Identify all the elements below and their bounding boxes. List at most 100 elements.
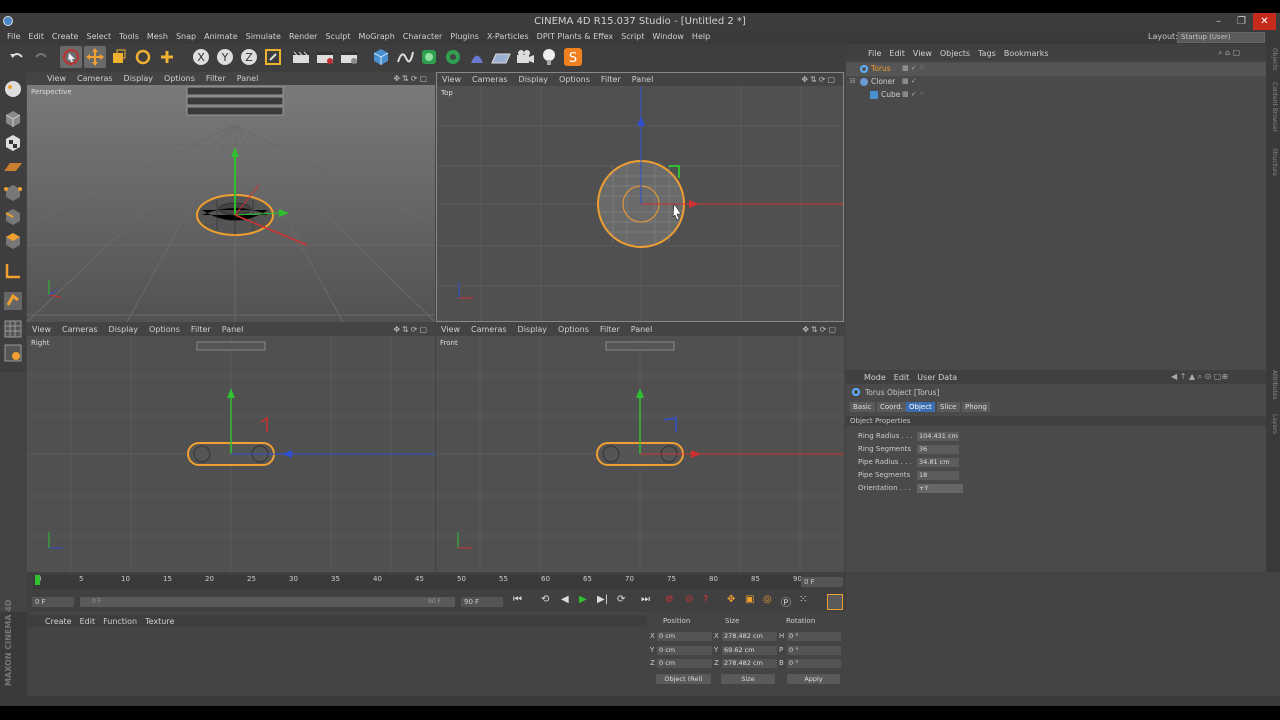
mat-menu-texture[interactable]: Texture <box>141 617 178 626</box>
step-back-icon[interactable]: ◀ <box>561 594 569 605</box>
tab-phong[interactable]: Phong <box>962 402 990 412</box>
tab-basic[interactable]: Basic <box>850 402 875 412</box>
maximize-button[interactable]: ❐ <box>1230 13 1253 30</box>
redo-loop-icon[interactable]: ⟳ <box>617 594 625 605</box>
floor-icon[interactable] <box>490 46 512 68</box>
keyframe-selection-icon[interactable]: ? <box>703 594 708 605</box>
position-y-field[interactable]: 0 cm <box>657 646 712 655</box>
live-select-icon[interactable] <box>60 46 82 68</box>
menu-sculpt[interactable]: Sculpt <box>321 30 354 44</box>
record-position-icon[interactable]: ✥ <box>727 594 735 605</box>
attribute-nav-icons[interactable]: ◀ ↑ ▲ ⌕ ⊙ ▢⊕ <box>1171 372 1228 382</box>
object-row-torus[interactable]: Torus ▩ ✓ ⁘ <box>846 63 1266 76</box>
locked-workplane-icon[interactable] <box>2 342 24 364</box>
menu-render[interactable]: Render <box>285 30 321 44</box>
start-frame-field[interactable]: 0 F <box>32 597 74 607</box>
viewport-menu-display[interactable]: Display <box>124 74 154 83</box>
tab-coord[interactable]: Coord. <box>877 402 906 412</box>
add-object-icon[interactable] <box>156 46 178 68</box>
workplane-icon[interactable] <box>2 156 24 178</box>
vtab-objects[interactable]: Objects <box>1268 48 1278 71</box>
viewport-menu-view[interactable]: View <box>47 74 66 83</box>
menu-edit[interactable]: Edit <box>24 30 48 44</box>
go-to-start-icon[interactable]: ⏮ <box>513 594 522 605</box>
viewport-menu-display[interactable]: Display <box>109 325 139 334</box>
object-row-cloner[interactable]: ⊟ Cloner ▩ ✓ <box>846 76 1266 89</box>
menu-window[interactable]: Window <box>648 30 688 44</box>
cube-primitive-icon[interactable] <box>370 46 392 68</box>
menu-simulate[interactable]: Simulate <box>242 30 285 44</box>
camera-icon[interactable] <box>514 46 536 68</box>
obj-menu-objects[interactable]: Objects <box>936 49 974 58</box>
vtab-content-browser[interactable]: Content Browser <box>1268 82 1278 132</box>
viewport-nav-icons[interactable]: ✥⇅⟳▢ <box>801 75 837 84</box>
viewport-menu-display[interactable]: Display <box>518 325 548 334</box>
menu-help[interactable]: Help <box>688 30 714 44</box>
render-settings-icon[interactable] <box>338 46 360 68</box>
coordinate-system-icon[interactable] <box>262 46 284 68</box>
viewport-menu-view[interactable]: View <box>441 325 460 334</box>
menu-animate[interactable]: Animate <box>200 30 242 44</box>
axis-mode-icon[interactable] <box>2 260 24 282</box>
menu-mesh[interactable]: Mesh <box>143 30 172 44</box>
playhead[interactable] <box>35 575 40 585</box>
viewport-right[interactable]: View Cameras Display Options Filter Panel ✥⇅⟳… <box>27 323 435 572</box>
menu-script[interactable]: Script <box>617 30 648 44</box>
viewport-menu-filter[interactable]: Filter <box>600 325 620 334</box>
menu-x-particles[interactable]: X-Particles <box>483 30 533 44</box>
object-manager-search-icon[interactable]: ⌕ ⌂ ▢ <box>1218 48 1240 58</box>
rotation-b-field[interactable]: 0 ° <box>787 659 841 668</box>
minimize-button[interactable]: – <box>1207 13 1230 30</box>
viewport-menu-options[interactable]: Options <box>558 325 589 334</box>
pipe-segments-field[interactable]: 18 <box>917 471 959 480</box>
viewport-menu-options[interactable]: Options <box>149 325 180 334</box>
pipe-radius-field[interactable]: 34.81 cm <box>917 458 959 467</box>
snap-magnet-icon[interactable] <box>2 290 24 312</box>
size-y-field[interactable]: 69.62 cm <box>722 646 777 655</box>
viewport-top[interactable]: View Cameras Display Options Filter Panel ✥⇅⟳… <box>436 72 844 322</box>
viewport-menu-panel[interactable]: Panel <box>632 75 654 84</box>
obj-menu-view[interactable]: View <box>909 49 936 58</box>
record-scale-icon[interactable]: ▣ <box>745 594 754 605</box>
record-rotation-icon[interactable]: ◎ <box>763 594 772 605</box>
apply-button[interactable]: Apply <box>787 674 840 684</box>
autokey-icon[interactable]: ⊙ <box>685 594 693 605</box>
points-mode-icon[interactable] <box>2 182 24 204</box>
model-mode-icon[interactable] <box>2 108 24 130</box>
menu-character[interactable]: Character <box>399 30 447 44</box>
menu-plugins[interactable]: Plugins <box>446 30 483 44</box>
timeline-settings-icon[interactable] <box>827 594 843 610</box>
undo-icon[interactable] <box>6 46 28 68</box>
viewport-front[interactable]: View Cameras Display Options Filter Panel ✥⇅⟳… <box>436 323 844 572</box>
redo-icon[interactable] <box>30 46 52 68</box>
viewport-menu-filter[interactable]: Filter <box>206 74 226 83</box>
render-picture-viewer-icon[interactable] <box>314 46 336 68</box>
viewport-menu-panel[interactable]: Panel <box>631 325 653 334</box>
script-icon[interactable]: S <box>562 46 584 68</box>
viewport-menu-cameras[interactable]: Cameras <box>472 75 508 84</box>
viewport-menu-view[interactable]: View <box>32 325 51 334</box>
viewport-menu-panel[interactable]: Panel <box>222 325 244 334</box>
viewport-menu-cameras[interactable]: Cameras <box>77 74 113 83</box>
record-icon[interactable]: ⊘ <box>665 594 673 605</box>
mat-menu-edit[interactable]: Edit <box>76 617 100 626</box>
rotate-icon[interactable] <box>132 46 154 68</box>
ring-segments-field[interactable]: 36 <box>917 445 959 454</box>
viewport-menu-cameras[interactable]: Cameras <box>471 325 507 334</box>
position-z-field[interactable]: 0 cm <box>657 659 712 668</box>
close-button[interactable]: ✕ <box>1253 13 1276 30</box>
menu-select[interactable]: Select <box>82 30 115 44</box>
viewport-menu-filter[interactable]: Filter <box>601 75 621 84</box>
size-x-field[interactable]: 278.482 cm <box>722 632 777 641</box>
viewport-nav-icons[interactable]: ✥⇅⟳▢ <box>802 325 838 334</box>
menu-snap[interactable]: Snap <box>172 30 200 44</box>
visibility-toggle[interactable]: ▩ ✓ <box>902 77 917 85</box>
rotation-h-field[interactable]: 0 ° <box>787 632 841 641</box>
make-editable-icon[interactable] <box>2 78 24 100</box>
attr-menu-mode[interactable]: Mode <box>860 373 890 382</box>
attr-menu-user-data[interactable]: User Data <box>913 373 961 382</box>
ring-radius-field[interactable]: 104.431 cm <box>917 432 959 441</box>
viewport-menu-display[interactable]: Display <box>519 75 549 84</box>
end-frame-field[interactable]: 90 F <box>461 597 503 607</box>
obj-menu-edit[interactable]: Edit <box>885 49 909 58</box>
